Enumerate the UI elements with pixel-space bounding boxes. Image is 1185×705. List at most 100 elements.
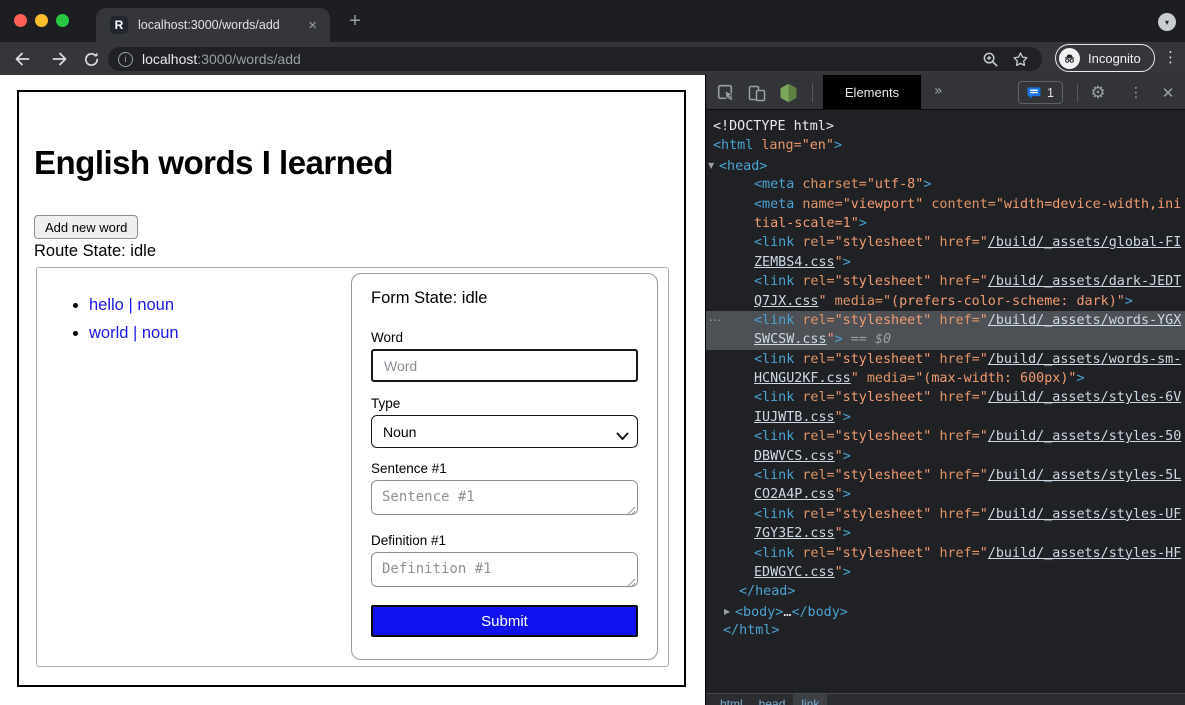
dom-tree-line[interactable]: ▼<head> (706, 156, 1185, 175)
device-toolbar-button[interactable] (747, 83, 767, 103)
inspect-element-button[interactable] (716, 83, 736, 103)
dom-tree-line[interactable]: IUJWTB.css"> (706, 408, 1185, 427)
devtools-toolbar: Elements » 1 ⚙ ⋮ ✕ (706, 75, 1185, 110)
incognito-avatar (1059, 48, 1080, 69)
sentence-label: Sentence #1 (371, 461, 447, 476)
line-hover-dots-icon: ⋯ (709, 311, 721, 330)
dom-tree-line[interactable]: Q7JX.css" media="(prefers-color-scheme: … (706, 292, 1185, 311)
web-page: English words I learned Add new word Rou… (0, 75, 705, 705)
dom-tree-line[interactable]: SWCSW.css"> == $0 (706, 330, 1185, 349)
dom-tree-line[interactable]: <link rel="stylesheet" href="/build/_ass… (706, 466, 1185, 485)
dom-tree-line[interactable]: DBWVCS.css"> (706, 447, 1185, 466)
issues-bubble-icon (1027, 86, 1041, 100)
issues-count: 1 (1047, 86, 1054, 100)
dom-tree-line[interactable]: ZEMBS4.css"> (706, 253, 1185, 272)
devtools-close-button[interactable]: ✕ (1158, 83, 1178, 103)
toolbar-separator (1077, 83, 1078, 102)
zoom-magnifier-icon (982, 51, 999, 68)
breadcrumb-bar: htmlheadlink (706, 693, 1185, 705)
reload-icon (83, 51, 100, 68)
dom-tree-line[interactable]: <!DOCTYPE html> (706, 117, 1185, 136)
toolbar-separator (812, 83, 813, 102)
tab-title: localhost:3000/words/add (138, 18, 308, 32)
submit-button[interactable]: Submit (371, 605, 638, 637)
remix-favicon-icon: R (110, 16, 128, 34)
fullscreen-window-button[interactable] (56, 14, 69, 27)
url-host: localhost (142, 51, 197, 67)
dom-tree-line[interactable]: <link rel="stylesheet" href="/build/_ass… (706, 427, 1185, 446)
url-text: localhost:3000/words/add (142, 51, 301, 67)
incognito-badge: Incognito (1055, 44, 1155, 72)
dom-tree-line[interactable]: <link rel="stylesheet" href="/build/_ass… (706, 350, 1185, 369)
add-word-form-card: Form State: idle Word Type Noun Sentence… (351, 273, 658, 660)
node-devtools-button[interactable] (778, 83, 798, 103)
route-state-text: Route State: idle (34, 242, 156, 261)
dom-tree-line[interactable]: <link rel="stylesheet" href="/build/_ass… (706, 505, 1185, 524)
dom-tree-line[interactable]: ▶<body>…</body> (706, 602, 1185, 621)
site-info-icon[interactable]: i (118, 52, 133, 67)
more-panels-button[interactable]: » (934, 83, 943, 99)
tab-strip: R localhost:3000/words/add × + ▾ (0, 0, 1185, 42)
minimize-window-button[interactable] (35, 14, 48, 27)
tab-close-icon[interactable]: × (308, 18, 317, 33)
word-link[interactable]: world | noun (89, 324, 179, 342)
star-icon (1012, 51, 1029, 68)
page-main-box: English words I learned Add new word Rou… (17, 90, 686, 687)
url-path: :3000/words/add (197, 51, 301, 67)
dom-tree-line[interactable]: CO2A4P.css"> (706, 485, 1185, 504)
forward-arrow-icon (51, 50, 69, 68)
forward-button[interactable] (47, 46, 73, 72)
dom-tree-line[interactable]: </head> (706, 582, 1185, 601)
incognito-label: Incognito (1088, 51, 1141, 66)
close-window-button[interactable] (14, 14, 27, 27)
devtools-menu-button[interactable]: ⋮ (1126, 83, 1146, 103)
type-select[interactable]: Noun (371, 415, 638, 448)
back-arrow-icon (13, 50, 31, 68)
devtools-settings-button[interactable]: ⚙ (1088, 83, 1108, 103)
page-title: English words I learned (34, 144, 393, 182)
dom-tree-line[interactable]: <link rel="stylesheet" href="/build/_ass… (706, 233, 1185, 252)
definition-textarea[interactable] (371, 552, 638, 587)
dom-tree-line[interactable]: <link rel="stylesheet" href="/build/_ass… (706, 388, 1185, 407)
dom-tree-line[interactable]: ⋯<link rel="stylesheet" href="/build/_as… (706, 311, 1185, 330)
definition-label: Definition #1 (371, 533, 446, 548)
url-bar[interactable]: i localhost:3000/words/add (108, 47, 1042, 71)
zoom-indicator-button[interactable] (982, 51, 999, 68)
dom-tree-line[interactable]: 7GY3E2.css"> (706, 524, 1185, 543)
browser-menu-button[interactable]: ⋮ (1163, 48, 1178, 66)
add-new-word-button[interactable]: Add new word (34, 215, 138, 239)
breadcrumb-item-head[interactable]: head (751, 694, 794, 705)
bookmark-star-button[interactable] (1012, 51, 1029, 68)
sentence-textarea[interactable] (371, 480, 638, 515)
device-toolbar-icon (748, 84, 766, 102)
dom-tree-line[interactable]: HCNGU2KF.css" media="(max-width: 600px)"… (706, 369, 1185, 388)
issues-counter[interactable]: 1 (1018, 81, 1063, 104)
inspect-cursor-icon (717, 84, 735, 102)
dom-tree-line[interactable]: <link rel="stylesheet" href="/build/_ass… (706, 272, 1185, 291)
dom-tree-line[interactable]: tial-scale=1"> (706, 214, 1185, 233)
new-tab-button[interactable]: + (344, 10, 366, 33)
tab-elements[interactable]: Elements (823, 75, 921, 109)
type-label: Type (371, 396, 400, 411)
word-input[interactable] (371, 349, 638, 382)
devtools-panel: Elements » 1 ⚙ ⋮ ✕ <!DOCTYPE html><html … (705, 75, 1185, 705)
dom-tree-line[interactable]: </html> (706, 621, 1185, 640)
tab-search-button[interactable]: ▾ (1158, 13, 1176, 31)
dom-tree-line[interactable]: <link rel="stylesheet" href="/build/_ass… (706, 544, 1185, 563)
browser-tab[interactable]: R localhost:3000/words/add × (96, 8, 330, 42)
words-and-form-panel: hello | noun world | noun Form State: idl… (36, 267, 669, 667)
form-state-text: Form State: idle (371, 289, 487, 308)
reload-button[interactable] (78, 46, 104, 72)
breadcrumb-item-link[interactable]: link (793, 694, 827, 705)
dom-tree-line[interactable]: EDWGYC.css"> (706, 563, 1185, 582)
dom-tree-line[interactable]: <meta charset="utf-8"> (706, 175, 1185, 194)
word-label: Word (371, 330, 403, 345)
dom-tree-line[interactable]: <meta name="viewport" content="width=dev… (706, 195, 1185, 214)
word-link[interactable]: hello | noun (89, 296, 174, 314)
back-button[interactable] (9, 46, 35, 72)
dom-tree-line[interactable]: <html lang="en"> (706, 136, 1185, 155)
dom-tree: <!DOCTYPE html><html lang="en">▼<head><m… (706, 110, 1185, 693)
incognito-spy-icon (1062, 51, 1077, 66)
breadcrumb-item-html[interactable]: html (712, 694, 751, 705)
node-hexagon-icon (779, 83, 798, 103)
